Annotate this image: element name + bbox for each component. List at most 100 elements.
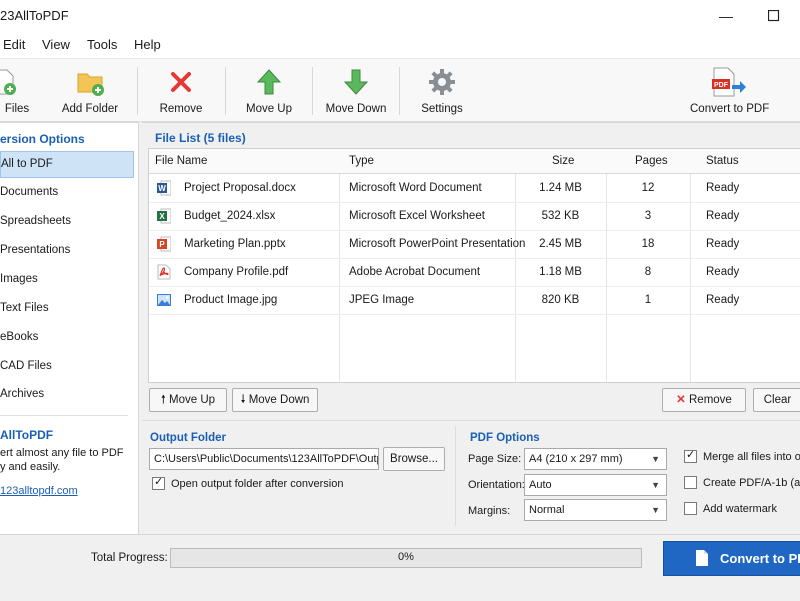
menu-help[interactable]: Help	[134, 37, 161, 52]
column-header-type[interactable]: Type	[349, 149, 374, 174]
sidebar-item-spreadsheets[interactable]: Spreadsheets	[0, 208, 133, 234]
file-status-cell: Ready	[706, 266, 740, 278]
file-name-cell: Marketing Plan.pptx	[184, 238, 286, 250]
maximize-button[interactable]	[759, 4, 789, 28]
table-row[interactable]: Product Image.jpg JPEG Image 820 KB 1 Ready	[149, 286, 800, 315]
remove-icon	[171, 72, 191, 92]
menu-tools[interactable]: Tools	[87, 37, 117, 52]
column-header-pages[interactable]: Pages	[635, 149, 668, 174]
table-row[interactable]: W Project Proposal.docx Microsoft Word Doc…	[149, 174, 800, 203]
margins-select[interactable]: Normal ▼	[524, 499, 667, 521]
file-pages-cell: 1	[644, 294, 652, 306]
move-down-label: Move Down	[325, 103, 387, 115]
table-row[interactable]: P Marketing Plan.pptx Microsoft PowerPoint…	[149, 230, 800, 259]
chevron-down-icon: ▼	[651, 480, 660, 490]
open-after-checkbox[interactable]	[152, 475, 165, 490]
file-type-cell: Microsoft Excel Worksheet	[349, 210, 485, 222]
move-down-button[interactable]: Move Down	[322, 63, 390, 119]
pdfa-label: Create PDF/A-1b (archi	[703, 477, 800, 489]
excel-icon: X	[157, 208, 172, 224]
sidebar: ersion Options All to PDF Documents Spre…	[0, 122, 139, 536]
sidebar-item-all-to-pdf[interactable]: All to PDF	[0, 151, 134, 178]
convert-toolbar-button[interactable]: PDF Convert to PDF	[690, 63, 770, 119]
settings-button[interactable]: Settings	[418, 63, 466, 119]
minimize-button[interactable]: —	[711, 4, 741, 28]
toolbar: Files Add Folder Remove Move Up Move Dow…	[0, 58, 800, 122]
convert-toolbar-label: Convert to PDF	[690, 103, 770, 115]
column-header-size[interactable]: Size	[552, 149, 575, 174]
chevron-down-icon: ▼	[651, 454, 660, 464]
browse-button[interactable]: Browse...	[383, 447, 445, 471]
watermark-checkbox[interactable]	[684, 502, 697, 515]
watermark-label: Add watermark	[703, 503, 777, 515]
pdf-convert-icon: PDF	[712, 67, 746, 97]
file-name-cell: Budget_2024.xlsx	[184, 210, 276, 222]
section-divider	[142, 420, 800, 421]
remove-button[interactable]: Remove	[155, 63, 207, 119]
column-header-status[interactable]: Status	[706, 149, 739, 174]
file-status-cell: Ready	[706, 210, 740, 222]
sidebar-item-images[interactable]: Images	[0, 266, 133, 292]
output-path-field[interactable]: C:\Users\Public\Documents\123AllToPDF\Ou…	[149, 448, 379, 470]
margins-label: Margins:	[468, 505, 511, 517]
menu-bar: Edit View Tools Help	[0, 32, 800, 58]
orientation-label: Orientation:	[468, 479, 525, 491]
progress-bar: 0%	[170, 548, 642, 568]
pdfa-checkbox[interactable]	[684, 476, 697, 489]
document-icon	[696, 550, 708, 566]
sidebar-item-ebooks[interactable]: eBooks	[0, 324, 133, 350]
toolbar-separator	[312, 67, 313, 115]
page-size-value: A4 (210 x 297 mm)	[529, 453, 623, 465]
move-up-button[interactable]: Move Up	[240, 63, 298, 119]
file-type-cell: JPEG Image	[349, 294, 415, 306]
list-move-down-label: Move Down	[248, 394, 310, 406]
table-row[interactable]: X Budget_2024.xlsx Microsoft Excel Workshe…	[149, 202, 800, 231]
arrow-up-icon	[256, 69, 282, 95]
about-line-2: y and easily.	[0, 461, 61, 473]
convert-button[interactable]: Convert to PD	[663, 541, 800, 576]
list-remove-button[interactable]: ✕ Remove	[662, 388, 746, 412]
add-file-icon	[0, 69, 16, 95]
list-remove-label: Remove	[689, 394, 732, 406]
margins-value: Normal	[529, 504, 565, 516]
menu-edit[interactable]: Edit	[3, 37, 25, 52]
sidebar-item-documents[interactable]: Documents	[0, 179, 133, 205]
add-files-label: Files	[4, 103, 30, 115]
pdf-badge-text: PDF	[714, 82, 729, 89]
sidebar-item-archives[interactable]: Archives	[0, 381, 133, 407]
section-divider	[455, 426, 456, 526]
sidebar-item-presentations[interactable]: Presentations	[0, 237, 133, 263]
sidebar-item-text-files[interactable]: Text Files	[0, 295, 133, 321]
file-type-cell: Adobe Acrobat Document	[349, 266, 481, 278]
add-folder-label: Add Folder	[61, 103, 119, 115]
list-move-up-button[interactable]: 🠕 Move Up	[149, 388, 227, 412]
page-size-select[interactable]: A4 (210 x 297 mm) ▼	[524, 448, 667, 470]
table-row[interactable]: Company Profile.pdf Adobe Acrobat Documen…	[149, 258, 800, 287]
table-header: File Name Type Size Pages Status	[149, 149, 800, 174]
maximize-icon	[767, 9, 780, 22]
column-header-file-name[interactable]: File Name	[155, 149, 208, 174]
toolbar-separator	[225, 67, 226, 115]
file-status-cell: Ready	[706, 182, 740, 194]
about-line-1: ert almost any file to PDF	[0, 447, 124, 459]
add-folder-button[interactable]: Add Folder	[60, 63, 120, 119]
move-up-label: Move Up	[245, 103, 293, 115]
file-name-cell: Project Proposal.docx	[184, 182, 296, 194]
file-size-cell: 532 KB	[541, 210, 580, 222]
sidebar-item-cad-files[interactable]: CAD Files	[0, 353, 133, 379]
list-clear-button[interactable]: Clear	[753, 388, 800, 412]
add-files-button[interactable]: Files	[0, 63, 34, 119]
file-name-cell: Product Image.jpg	[184, 294, 278, 306]
menu-view[interactable]: View	[42, 37, 70, 52]
merge-checkbox[interactable]	[684, 448, 697, 463]
arrow-up-icon: 🠕	[160, 394, 170, 406]
website-link[interactable]: 123alltopdf.com	[0, 485, 78, 497]
file-type-cell: Microsoft Word Document	[349, 182, 482, 194]
list-move-down-button[interactable]: 🠗 Move Down	[232, 388, 318, 412]
file-size-cell: 820 KB	[541, 294, 580, 306]
svg-text:X: X	[159, 212, 165, 221]
image-icon	[157, 292, 171, 308]
file-type-cell: Microsoft PowerPoint Presentation	[349, 238, 526, 250]
svg-text:W: W	[158, 184, 166, 193]
orientation-select[interactable]: Auto ▼	[524, 474, 667, 496]
